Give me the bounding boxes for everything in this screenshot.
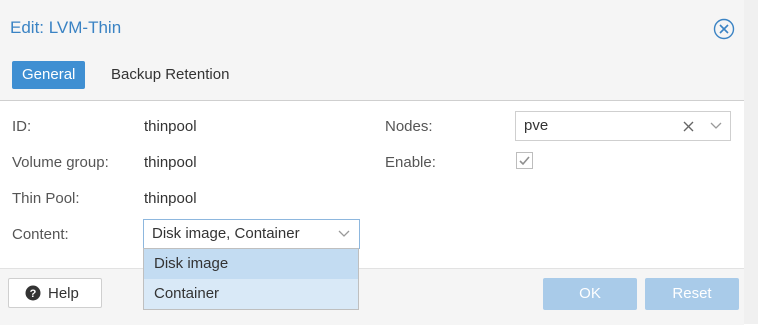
enable-checkbox[interactable] [516,152,533,169]
id-value: thinpool [144,118,197,135]
help-button-label: Help [48,285,79,302]
nodes-label: Nodes: [385,118,433,135]
content-label: Content: [12,226,69,243]
tab-bar: General Backup Retention [0,58,744,101]
enable-label: Enable: [385,154,436,171]
ok-button[interactable]: OK [543,278,637,310]
reset-button[interactable]: Reset [645,278,739,310]
title-bar: Edit: LVM-Thin [0,0,744,59]
help-button[interactable]: ? Help [8,278,102,308]
content-dropdown-list: Disk image Container [143,248,359,310]
dropdown-option-container[interactable]: Container [144,279,358,309]
thin-pool-value: thinpool [144,190,197,207]
checkmark-icon [519,156,530,166]
chevron-down-icon[interactable] [710,122,722,130]
dialog-title: Edit: LVM-Thin [10,18,122,37]
question-circle-icon: ? [25,285,41,301]
close-icon[interactable] [712,17,736,41]
tab-backup-retention[interactable]: Backup Retention [101,61,239,89]
content-select-value: Disk image, Container [152,225,300,242]
nodes-select[interactable]: pve [515,111,731,141]
clear-icon[interactable] [683,121,694,132]
chevron-down-icon[interactable] [338,230,350,238]
content-select[interactable]: Disk image, Container [143,219,360,249]
tab-general[interactable]: General [12,61,86,89]
volume-group-value: thinpool [144,154,197,171]
thin-pool-label: Thin Pool: [12,190,80,207]
id-label: ID: [12,118,32,135]
svg-text:?: ? [30,288,37,300]
nodes-select-value: pve [524,117,549,134]
dialog-footer: ? Help OK Reset [0,268,744,325]
dropdown-option-disk-image[interactable]: Disk image [144,249,358,279]
edit-storage-dialog: Edit: LVM-Thin General Backup Retention … [0,0,758,325]
volume-group-label: Volume group: [12,154,109,171]
window-edge [744,0,758,324]
